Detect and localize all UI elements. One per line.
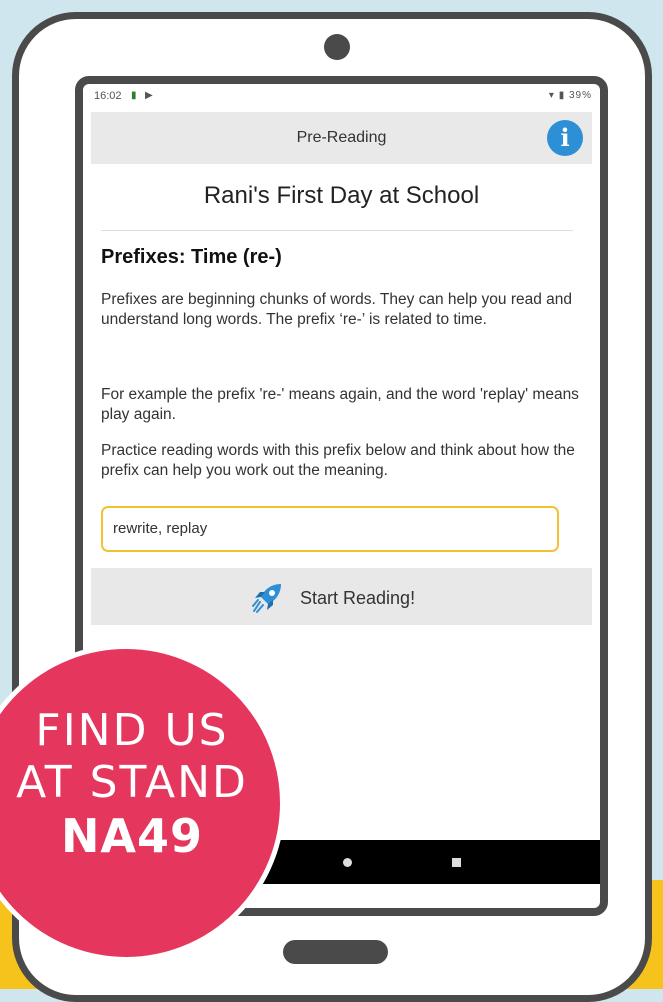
lesson-paragraph-1: Prefixes are beginning chunks of words. … [101,291,573,328]
battery-icon: ▮ [558,90,566,101]
status-time: 16:02 [94,90,122,102]
notification-icon: ▮ [131,90,137,101]
app-bar-title: Pre-Reading [296,129,387,146]
app-bar: Pre-Reading i [91,112,592,164]
start-reading-label: Start Reading! [300,588,416,608]
start-reading-button[interactable]: Start Reading! [91,568,592,625]
battery-level: 39% [568,90,592,101]
rocket-icon [252,584,281,613]
info-icon[interactable]: i [547,120,583,156]
divider [101,230,573,231]
status-bar: 16:02 ▮ ▶ ▾ ▮ 39% [83,84,600,112]
lesson-paragraph-2: For example the prefix 're-' means again… [101,386,579,423]
practice-words-box: rewrite, replay [101,506,559,552]
promo-line-3: NA49 [60,809,204,863]
lesson-heading: Prefixes: Time (re-) [101,246,282,268]
wifi-icon: ▾ [548,90,555,101]
play-store-icon: ▶ [145,90,153,101]
nav-recents-button[interactable] [452,858,461,867]
promo-line-2: AT STAND [16,757,248,808]
camera-icon [324,34,350,60]
story-title: Rani's First Day at School [203,182,480,209]
home-button[interactable] [283,940,388,964]
promo-line-1: FIND US [35,705,229,756]
nav-home-button[interactable] [343,858,352,867]
lesson-paragraph-3: Practice reading words with this prefix … [101,442,575,479]
status-icons: ▾ ▮ 39% [549,90,592,101]
